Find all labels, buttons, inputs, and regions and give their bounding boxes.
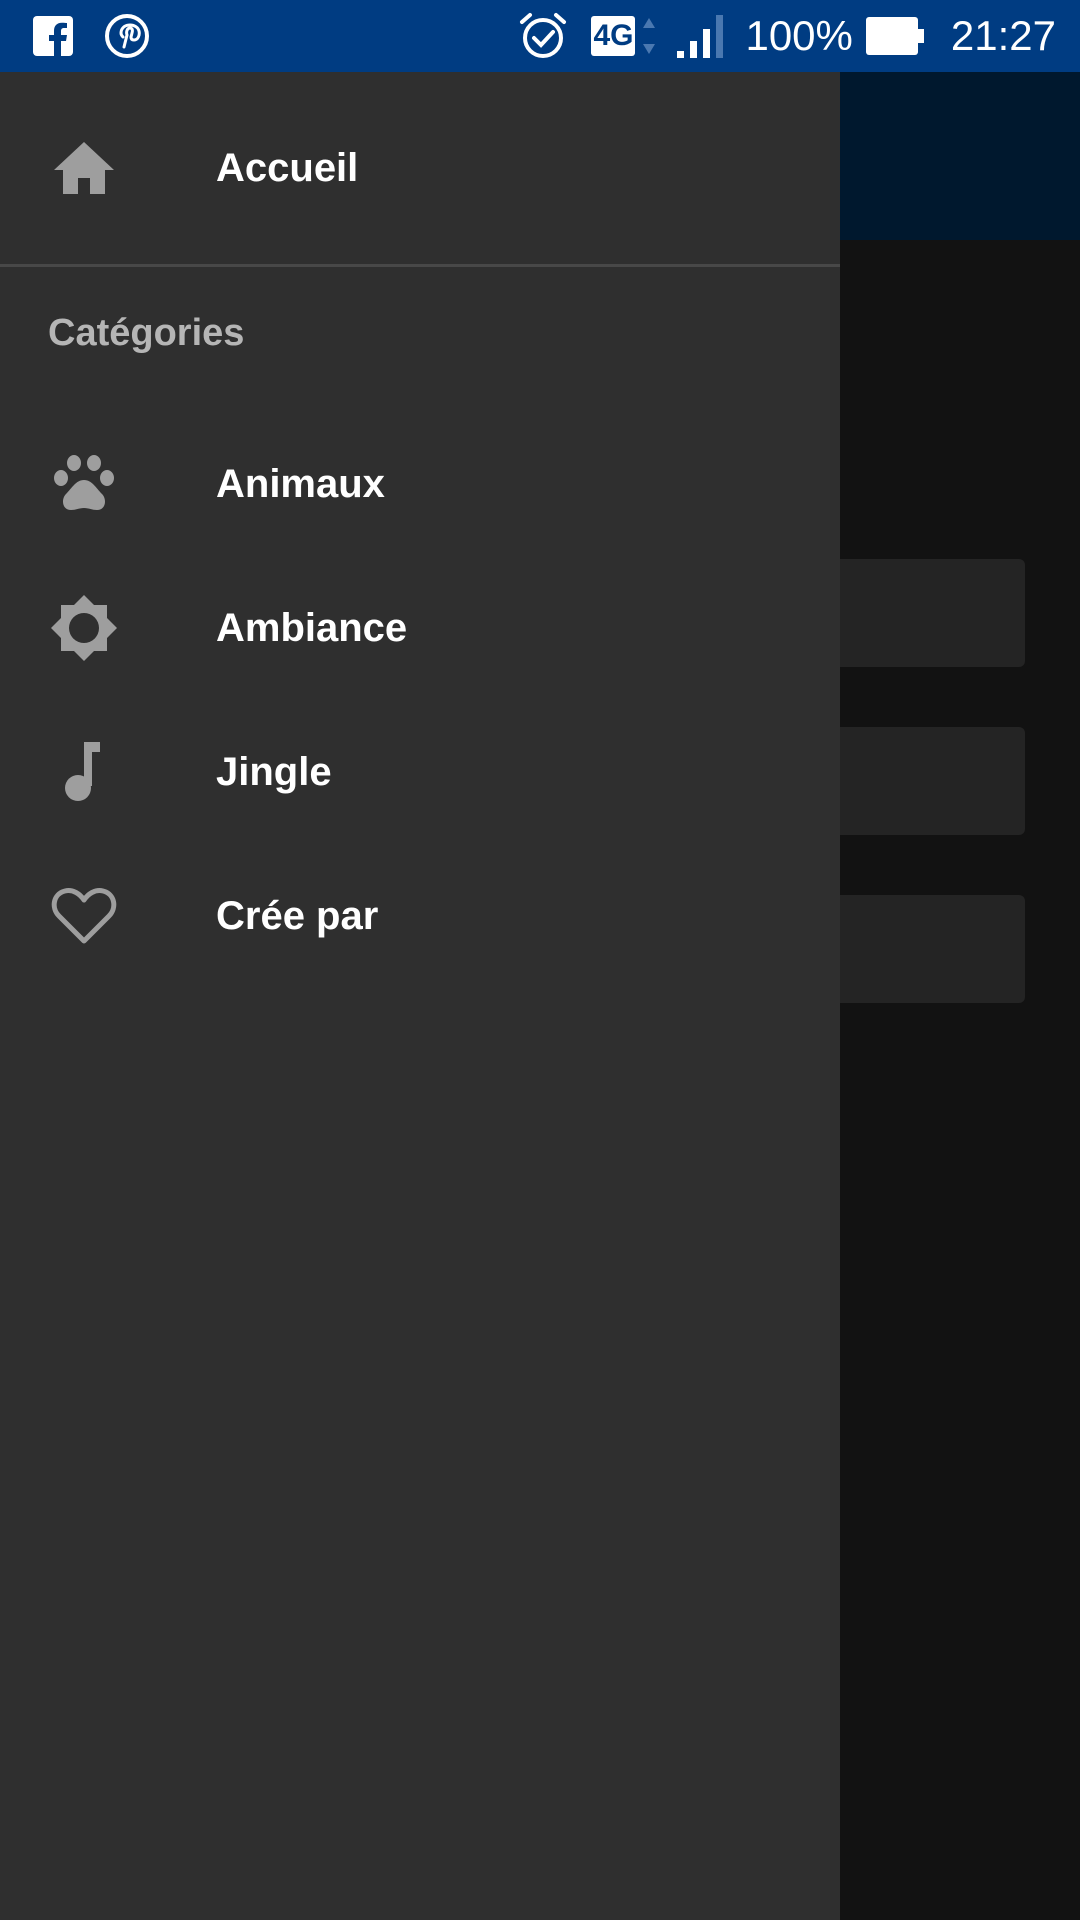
home-icon <box>48 132 120 204</box>
heart-outline-icon <box>48 880 120 952</box>
drawer-item-label: Crée par <box>216 893 379 938</box>
section-header-categories: Catégories <box>48 312 245 354</box>
facebook-icon <box>32 15 74 57</box>
battery-percent: 100% <box>745 12 853 59</box>
brightness-icon <box>48 592 120 664</box>
network-type-badge: 4G <box>591 16 636 56</box>
drawer-item-label: Jingle <box>216 749 332 794</box>
drawer-item-label: Animaux <box>216 461 385 506</box>
alarm-icon <box>517 10 569 62</box>
music-note-icon <box>48 736 120 808</box>
battery-icon <box>865 15 925 57</box>
clock: 21:27 <box>950 12 1056 59</box>
signal-icon <box>675 13 727 59</box>
drawer-item-ambiance[interactable]: Ambiance <box>0 568 840 688</box>
drawer-divider <box>0 264 840 267</box>
drawer-item-label: Accueil <box>216 145 359 190</box>
drawer-item-jingle[interactable]: Jingle <box>0 712 840 832</box>
navigation-drawer: Accueil Catégories Animaux Ambiance Jing… <box>0 72 840 1920</box>
drawer-item-home[interactable]: Accueil <box>0 108 840 228</box>
pinterest-icon <box>104 13 150 59</box>
data-activity-icon <box>641 16 657 56</box>
status-bar: 4G 100% 21:27 <box>0 0 1080 72</box>
drawer-item-label: Ambiance <box>216 605 408 650</box>
drawer-item-cree-par[interactable]: Crée par <box>0 856 840 976</box>
drawer-item-animaux[interactable]: Animaux <box>0 424 840 544</box>
paw-icon <box>48 448 120 520</box>
screen: 4G 100% 21:27 Accueil Catégories Animaux… <box>0 0 1080 1920</box>
